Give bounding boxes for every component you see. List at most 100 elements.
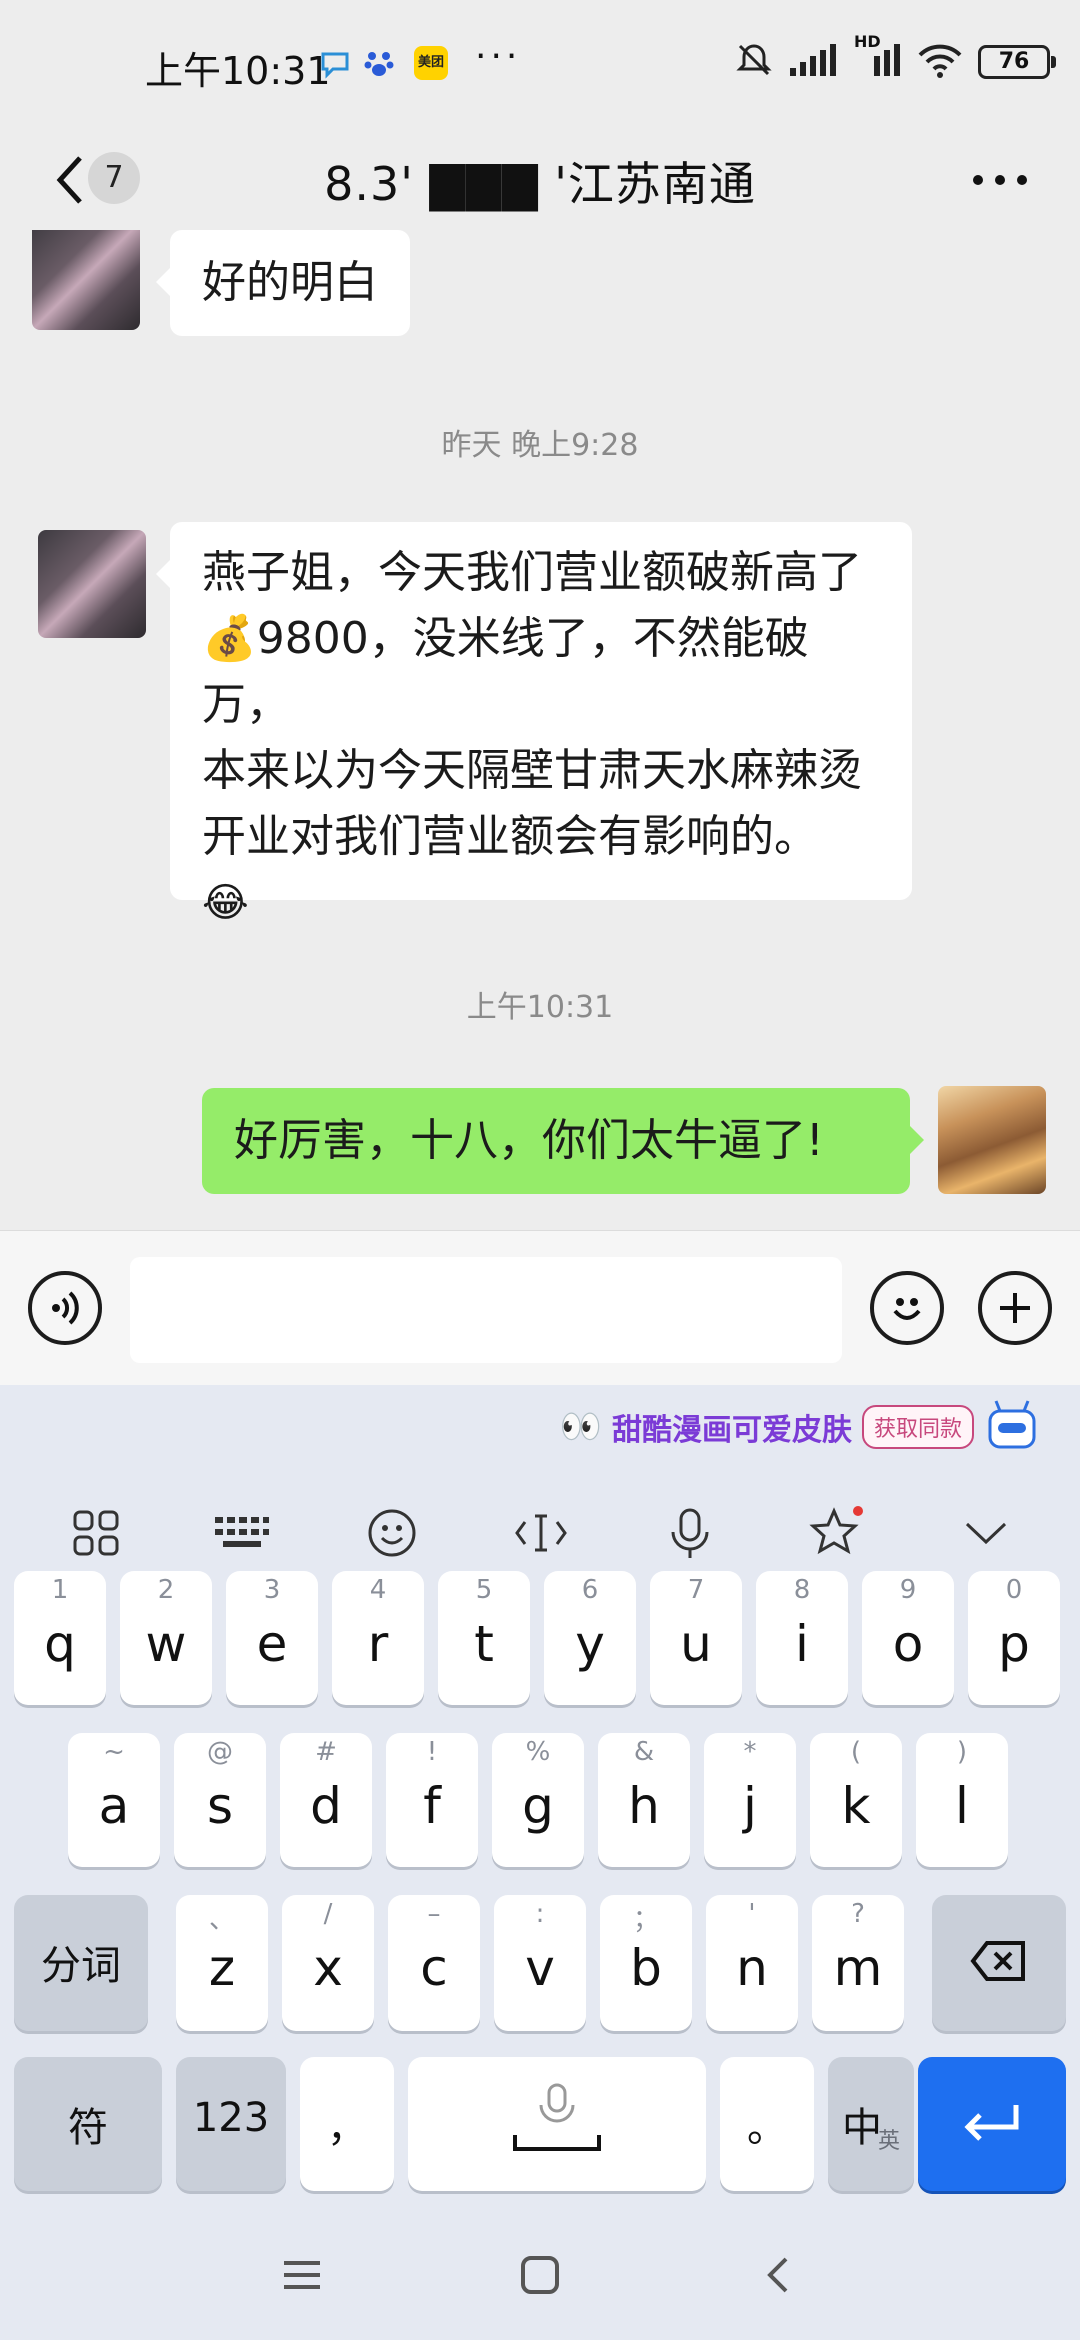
emoji-button[interactable] — [870, 1271, 944, 1345]
key-i[interactable]: 8i — [756, 1571, 848, 1705]
more-notifications-icon: ··· — [475, 36, 522, 77]
message-line: 开业对我们营业额会有影响的。 — [202, 811, 818, 862]
skin-promo-banner[interactable]: 👀 甜酷漫画可爱皮肤 获取同款 — [560, 1395, 1040, 1459]
cursor-move-icon[interactable] — [505, 1497, 577, 1569]
emoji-panel-icon[interactable] — [356, 1497, 428, 1569]
message-bubble-sent[interactable]: 好厉害，十八，你们太牛逼了! — [202, 1088, 924, 1194]
key-o[interactable]: 9o — [862, 1571, 954, 1705]
keyboard-icon[interactable] — [206, 1497, 278, 1569]
key-label: u — [680, 1615, 712, 1673]
collapse-keyboard-icon[interactable] — [950, 1497, 1022, 1569]
home-button[interactable] — [510, 2245, 570, 2305]
microphone-icon[interactable] — [654, 1497, 726, 1569]
nav-back-button[interactable] — [748, 2245, 808, 2305]
message-bubble[interactable]: 燕子姐，今天我们营业额破新高了 💰9800，没米线了，不然能破万， 本来以为今天… — [156, 522, 912, 926]
more-options-button[interactable] — [960, 150, 1040, 210]
key-label: z — [208, 1939, 236, 1997]
key-hint: ' — [748, 1899, 756, 1929]
key-hint: # — [315, 1737, 337, 1767]
key-b[interactable]: ； b — [600, 1895, 692, 2031]
get-skin-button[interactable]: 获取同款 — [861, 1405, 974, 1449]
home-square-icon — [521, 2256, 559, 2294]
key-d[interactable]: # d — [280, 1733, 372, 1867]
key-n[interactable]: ' n — [706, 1895, 798, 2031]
message-line: 燕子姐，今天我们营业额破新高了 — [202, 547, 862, 598]
hd-label: HD — [854, 32, 881, 51]
key-hint: 0 — [1005, 1575, 1023, 1605]
key-u[interactable]: 7u — [650, 1571, 742, 1705]
key-x[interactable]: / x — [282, 1895, 374, 2031]
space-key[interactable] — [408, 2057, 706, 2191]
key-label: m — [833, 1939, 883, 1997]
key-label: y — [575, 1615, 605, 1673]
key-label: f — [423, 1777, 441, 1835]
status-indicators: HD 76 — [734, 32, 1056, 84]
chat-header: 7 8.3' ▇▇▇ '江苏南通 — [0, 130, 1080, 230]
key-label: h — [628, 1777, 660, 1835]
language-switch-key[interactable]: 中 英 — [828, 2057, 914, 2191]
key-l[interactable]: ) l — [916, 1733, 1008, 1867]
backspace-key[interactable] — [932, 1895, 1066, 2031]
key-p[interactable]: 0p — [968, 1571, 1060, 1705]
message-line: 本来以为今天隔壁甘肃天水麻辣烫 — [202, 745, 862, 796]
enter-key[interactable] — [918, 2057, 1066, 2191]
key-y[interactable]: 6y — [544, 1571, 636, 1705]
key-s[interactable]: @ s — [174, 1733, 266, 1867]
my-avatar[interactable] — [938, 1086, 1046, 1194]
voice-wave-icon — [52, 1291, 79, 1325]
period-key[interactable]: 。 — [720, 2057, 814, 2191]
battery-icon: 76 — [978, 45, 1056, 79]
key-label: v — [525, 1939, 555, 1997]
key-q[interactable]: 1q — [14, 1571, 106, 1705]
key-j[interactable]: * j — [704, 1733, 796, 1867]
key-e[interactable]: 3e — [226, 1571, 318, 1705]
apps-grid-icon[interactable] — [60, 1497, 132, 1569]
key-hint: ~ — [103, 1737, 125, 1767]
key-label: i — [795, 1615, 809, 1673]
key-label: l — [955, 1777, 969, 1835]
key-a[interactable]: ~ a — [68, 1733, 160, 1867]
voice-input-button[interactable] — [28, 1271, 102, 1345]
message-list[interactable]: 好的明白 昨天 晚上9:28 燕子姐，今天我们营业额破新高了 💰9800，没米线… — [0, 230, 1080, 1230]
numbers-label: 123 — [192, 2095, 270, 2141]
key-h[interactable]: & h — [598, 1733, 690, 1867]
fenci-label: 分词 — [41, 1943, 121, 1989]
key-hint: 7 — [687, 1575, 705, 1605]
contact-avatar[interactable] — [32, 230, 140, 330]
symbols-key[interactable]: 符 — [14, 2057, 162, 2191]
key-hint: : — [535, 1899, 545, 1929]
baidu-paw-icon — [362, 46, 396, 80]
key-r[interactable]: 4r — [332, 1571, 424, 1705]
comma-key[interactable]: ， — [300, 2057, 394, 2191]
key-c[interactable]: – c — [388, 1895, 480, 2031]
key-v[interactable]: :v — [494, 1895, 586, 2031]
key-label: p — [998, 1615, 1030, 1673]
contact-avatar[interactable] — [38, 530, 146, 638]
key-hint: 5 — [475, 1575, 493, 1605]
key-t[interactable]: 5t — [438, 1571, 530, 1705]
key-k[interactable]: (k — [810, 1733, 902, 1867]
key-label: s — [206, 1777, 234, 1835]
key-w[interactable]: 2w — [120, 1571, 212, 1705]
key-hint: ； — [632, 1905, 659, 1935]
fenci-key[interactable]: 分词 — [14, 1895, 148, 2031]
key-label: a — [98, 1777, 130, 1835]
message-bubble[interactable]: 好的明白 — [156, 230, 410, 336]
chat-title: 8.3' ▇▇▇ '江苏南通 — [324, 157, 756, 211]
key-z[interactable]: 、 z — [176, 1895, 268, 2031]
plus-button[interactable] — [978, 1271, 1052, 1345]
mute-icon — [734, 40, 774, 84]
laugh-cry-emoji-icon: 😂 — [202, 880, 249, 926]
symbols-label: 符 — [68, 2105, 108, 2151]
key-label: q — [44, 1615, 76, 1673]
recent-apps-button[interactable] — [272, 2245, 332, 2305]
message-input[interactable] — [130, 1257, 842, 1363]
key-g[interactable]: % g — [492, 1733, 584, 1867]
key-label: w — [145, 1615, 187, 1673]
star-favorite-icon[interactable] — [802, 1497, 874, 1569]
status-bar: 上午10:31 美团 ··· HD 76 — [0, 0, 1080, 130]
numbers-key[interactable]: 123 — [176, 2057, 286, 2191]
more-dots-icon — [973, 175, 1027, 185]
key-m[interactable]: ? m — [812, 1895, 904, 2031]
key-f[interactable]: ! f — [386, 1733, 478, 1867]
